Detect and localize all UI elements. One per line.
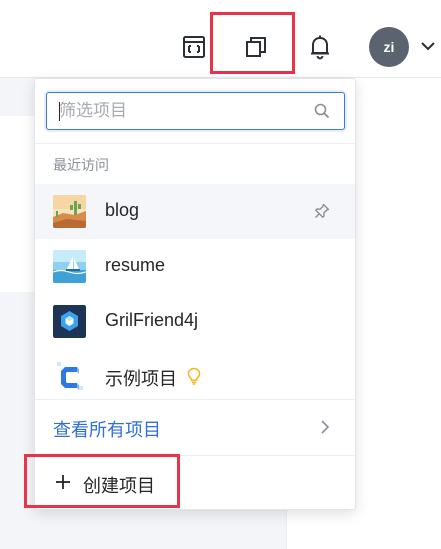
divider bbox=[35, 143, 355, 144]
project-thumbnail bbox=[53, 250, 86, 283]
create-project-label: 创建项目 bbox=[83, 476, 155, 496]
project-name: resume bbox=[105, 255, 166, 275]
text-cursor bbox=[59, 102, 60, 121]
view-all-label: 查看所有项目 bbox=[53, 420, 161, 440]
frame-icon[interactable] bbox=[176, 24, 212, 70]
bell-icon[interactable] bbox=[302, 24, 338, 70]
search-icon bbox=[314, 103, 330, 124]
bulb-icon bbox=[187, 367, 201, 390]
chevron-right-icon bbox=[319, 419, 331, 440]
section-label-recent: 最近访问 bbox=[53, 157, 109, 173]
avatar-initials: zi bbox=[383, 39, 395, 55]
project-thumbnail bbox=[53, 360, 86, 393]
project-name: 示例项目 bbox=[105, 369, 177, 389]
top-bar: zi bbox=[0, 0, 441, 78]
search-input[interactable] bbox=[59, 93, 309, 129]
background-panel bbox=[0, 116, 34, 292]
search-field[interactable] bbox=[46, 92, 345, 130]
avatar[interactable]: zi bbox=[369, 27, 409, 67]
projects-dropdown: 最近访问 blog bbox=[34, 78, 356, 510]
pin-icon[interactable] bbox=[314, 203, 330, 224]
list-item-project[interactable]: 示例项目 bbox=[35, 349, 355, 404]
plus-icon bbox=[55, 474, 71, 495]
create-project-button[interactable]: 创建项目 bbox=[35, 456, 355, 510]
list-item-project[interactable]: GrilFriend4j bbox=[35, 294, 355, 349]
project-thumbnail bbox=[53, 305, 86, 338]
project-name: GrilFriend4j bbox=[105, 310, 199, 330]
projects-icon[interactable] bbox=[238, 24, 274, 70]
project-thumbnail bbox=[53, 195, 86, 228]
view-all-projects-link[interactable]: 查看所有项目 bbox=[35, 400, 355, 454]
list-item-project[interactable]: resume bbox=[35, 239, 355, 294]
chevron-down-icon[interactable] bbox=[420, 38, 436, 59]
list-item-project[interactable]: blog bbox=[35, 184, 355, 239]
project-name: blog bbox=[105, 200, 140, 220]
